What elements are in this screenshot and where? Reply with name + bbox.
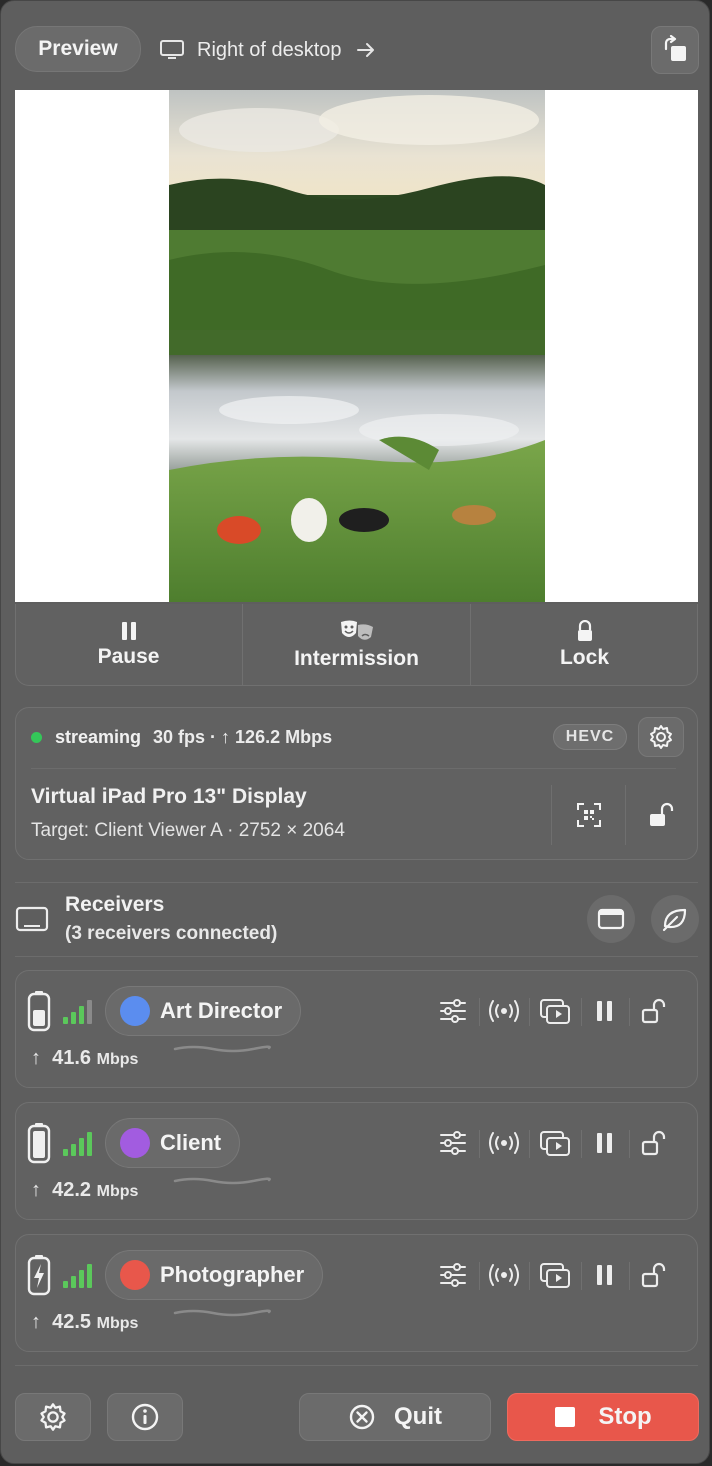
- qr-scan-icon: [577, 803, 601, 827]
- battery-low-icon: [27, 990, 51, 1037]
- lock-button[interactable]: Lock: [471, 613, 698, 677]
- stream-status: streaming 30 fps · ↑ 126.2 Mbps: [31, 723, 332, 751]
- receiver-color-dot: [120, 1260, 150, 1290]
- quit-button[interactable]: Quit: [299, 1393, 491, 1441]
- signal-strength-icon: [63, 1261, 93, 1294]
- unlock-display-button[interactable]: [639, 793, 683, 837]
- pause-button[interactable]: Pause: [15, 613, 242, 677]
- sliders-icon: [440, 1263, 466, 1287]
- battery-empty-icon: [27, 1122, 51, 1169]
- broadcast-icon: [489, 1264, 519, 1286]
- battery-charging-icon: [27, 1254, 51, 1301]
- gear-icon: [650, 725, 672, 749]
- play-window-icon: [540, 999, 570, 1024]
- pause-receiver-button[interactable]: [596, 1264, 614, 1291]
- preview-image: [169, 90, 545, 602]
- preview-receiver-button[interactable]: [539, 998, 571, 1031]
- receiver-bitrate: ↑ 42.5 Mbps: [31, 1311, 139, 1333]
- app-window: Preview Right of desktop Pause Intermiss…: [0, 0, 710, 1464]
- unlock-icon: [641, 1130, 666, 1156]
- info-icon: [131, 1403, 159, 1431]
- adjust-sliders-button[interactable]: [439, 1130, 467, 1161]
- theater-masks-icon: [340, 620, 373, 640]
- squiggle-line: [173, 1309, 271, 1317]
- close-circle-icon: [349, 1404, 375, 1430]
- leaf-icon: [662, 908, 687, 932]
- rotate-button[interactable]: [651, 26, 699, 74]
- adjust-sliders-button[interactable]: [439, 998, 467, 1029]
- window-view-button[interactable]: [587, 895, 635, 943]
- receivers-subtitle: (3 receivers connected): [65, 923, 278, 944]
- preview-button[interactable]: Preview: [15, 26, 141, 72]
- status-dot: [31, 731, 42, 743]
- window-icon: [597, 908, 625, 930]
- adjust-sliders-button[interactable]: [439, 1262, 467, 1293]
- unlock-receiver-button[interactable]: [641, 1262, 667, 1293]
- squiggle-line: [173, 1045, 271, 1053]
- play-window-icon: [540, 1131, 570, 1156]
- lock-icon: [577, 620, 592, 641]
- preview-area: [15, 90, 698, 602]
- display-name: Virtual iPad Pro 13" Display: [31, 785, 307, 808]
- pause-icon: [597, 1133, 612, 1153]
- pause-receiver-button[interactable]: [596, 1132, 614, 1159]
- unlock-icon: [641, 1262, 666, 1288]
- preview-receiver-button[interactable]: [539, 1130, 571, 1163]
- receiver-bitrate: ↑ 42.2 Mbps: [31, 1179, 139, 1201]
- arrow-right-icon: [356, 42, 376, 58]
- unlock-receiver-button[interactable]: [641, 1130, 667, 1161]
- settings-button[interactable]: [15, 1393, 91, 1441]
- receiver-name-pill[interactable]: Photographer: [105, 1250, 324, 1300]
- qr-code-button[interactable]: [567, 793, 611, 837]
- pause-icon: [597, 1001, 612, 1021]
- receiver-color-dot: [120, 996, 150, 1026]
- preview-receiver-button[interactable]: [539, 1262, 571, 1295]
- pause-icon: [597, 1265, 612, 1285]
- display-position-selector[interactable]: Right of desktop: [159, 35, 376, 65]
- receiver-name-pill[interactable]: Art Director: [105, 986, 302, 1036]
- signal-strength-icon: [63, 997, 93, 1030]
- sliders-icon: [440, 999, 466, 1023]
- signal-strength-icon: [63, 1129, 93, 1162]
- receiver-color-dot: [120, 1128, 150, 1158]
- eco-mode-button[interactable]: [651, 895, 699, 943]
- rotate-icon: [664, 35, 686, 61]
- unlock-icon: [641, 998, 666, 1024]
- codec-badge: HEVC: [553, 724, 627, 750]
- unlock-receiver-button[interactable]: [641, 998, 667, 1029]
- receiver-bitrate: ↑ 41.6 Mbps: [31, 1047, 139, 1069]
- receiver-name-pill[interactable]: Client: [105, 1118, 241, 1168]
- unlock-icon: [650, 802, 674, 826]
- pause-receiver-button[interactable]: [596, 1000, 614, 1027]
- gear-icon: [40, 1403, 66, 1431]
- intermission-button[interactable]: Intermission: [243, 613, 470, 677]
- stream-settings-button[interactable]: [638, 717, 684, 757]
- info-button[interactable]: [107, 1393, 183, 1441]
- stop-icon: [555, 1407, 576, 1427]
- squiggle-line: [173, 1177, 271, 1185]
- pause-icon: [121, 622, 136, 640]
- sliders-icon: [440, 1131, 466, 1155]
- receivers-icon: [15, 905, 49, 938]
- broadcast-button[interactable]: [487, 998, 521, 1029]
- monitor-icon: [159, 39, 185, 61]
- play-window-icon: [540, 1263, 570, 1288]
- broadcast-icon: [489, 1000, 519, 1022]
- broadcast-button[interactable]: [487, 1262, 521, 1293]
- display-position-label: Right of desktop: [197, 38, 342, 61]
- broadcast-button[interactable]: [487, 1130, 521, 1161]
- target-info: Target: Client Viewer A · 2752 × 2064: [31, 820, 345, 841]
- broadcast-icon: [489, 1132, 519, 1154]
- receivers-title: Receivers: [65, 893, 165, 916]
- stop-button[interactable]: Stop: [507, 1393, 699, 1441]
